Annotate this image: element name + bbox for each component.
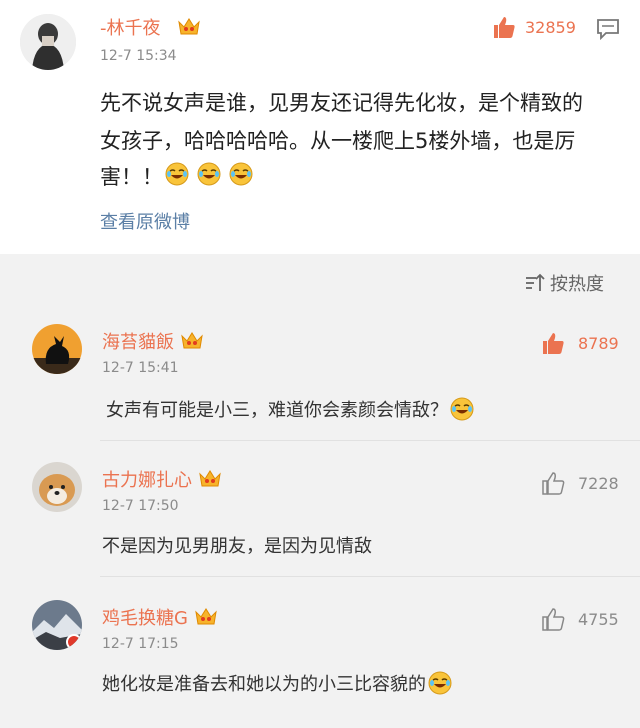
thumbs-up-icon (542, 472, 565, 495)
comment-text-content: 女声有可能是小三，难道你会素颜会情敌？ (106, 400, 448, 421)
username[interactable]: 鸡毛换糖G (102, 604, 188, 630)
avatar[interactable] (32, 324, 82, 374)
comment-time: 12-7 17:50 (102, 498, 179, 514)
like-count: 7228 (578, 473, 619, 493)
comment-time: 12-7 15:41 (102, 360, 179, 376)
like-count: 8789 (578, 333, 619, 353)
like-button[interactable]: 4755 (540, 606, 619, 632)
vip-crown-icon (194, 606, 218, 626)
sort-label: 按热度 (550, 274, 604, 295)
view-original-link[interactable]: 查看原微博 (100, 208, 190, 234)
comment-text-content: 她化妆是准备去和她以为的小三比容貌的 (102, 674, 426, 695)
avatar[interactable] (32, 462, 82, 512)
like-count: 32859 (525, 17, 576, 37)
avatar[interactable] (20, 14, 76, 70)
laugh-cry-emoji-icon (197, 162, 227, 192)
comment-icon[interactable] (596, 18, 620, 41)
sort-by-heat-button[interactable]: 按热度 (524, 270, 604, 296)
vip-crown-icon (177, 16, 201, 36)
comment-text: 她化妆是准备去和她以为的小三比容貌的 (102, 670, 452, 696)
post-line-1: 先不说女声是谁，见男友还记得先化妆，是个精致的 (100, 91, 583, 115)
post-line-3: 害！！ (100, 158, 259, 196)
thumbs-up-icon (494, 17, 515, 38)
like-button[interactable]: 32859 (491, 14, 576, 40)
main-post: -林千夜 12-7 15:34 32859 先不说女声是谁，见男友还记得先化妆，… (0, 0, 640, 254)
username[interactable]: 海苔貓飯 (102, 328, 174, 354)
vip-crown-icon (180, 330, 204, 350)
sort-icon (526, 273, 545, 291)
comment-time: 12-7 17:15 (102, 636, 179, 652)
username[interactable]: 古力娜扎心 (102, 466, 192, 492)
vip-crown-icon (198, 468, 222, 488)
divider (100, 576, 640, 577)
laugh-cry-emoji-icon (165, 162, 195, 192)
thumbs-up-icon (543, 333, 564, 354)
avatar[interactable] (32, 600, 82, 650)
laugh-cry-emoji-icon (428, 671, 452, 695)
comment-text: 女声有可能是小三，难道你会素颜会情敌？ (106, 396, 474, 422)
post-line-3-text: 害！！ (100, 165, 163, 189)
like-count: 4755 (578, 609, 619, 629)
username[interactable]: -林千夜 (100, 14, 161, 40)
laugh-cry-emoji-icon (450, 397, 474, 421)
comment-text: 不是因为见男朋友，是因为见情敌 (102, 536, 372, 557)
post-time: 12-7 15:34 (100, 48, 177, 64)
like-button[interactable]: 8789 (540, 330, 619, 356)
like-button[interactable]: 7228 (540, 470, 619, 496)
verified-badge-icon (66, 634, 82, 650)
thumbs-up-icon (542, 608, 565, 631)
divider (100, 440, 640, 441)
laugh-cry-emoji-icon (229, 162, 259, 192)
post-line-2: 女孩子，哈哈哈哈哈。从一楼爬上5楼外墙，也是厉 (100, 129, 576, 153)
